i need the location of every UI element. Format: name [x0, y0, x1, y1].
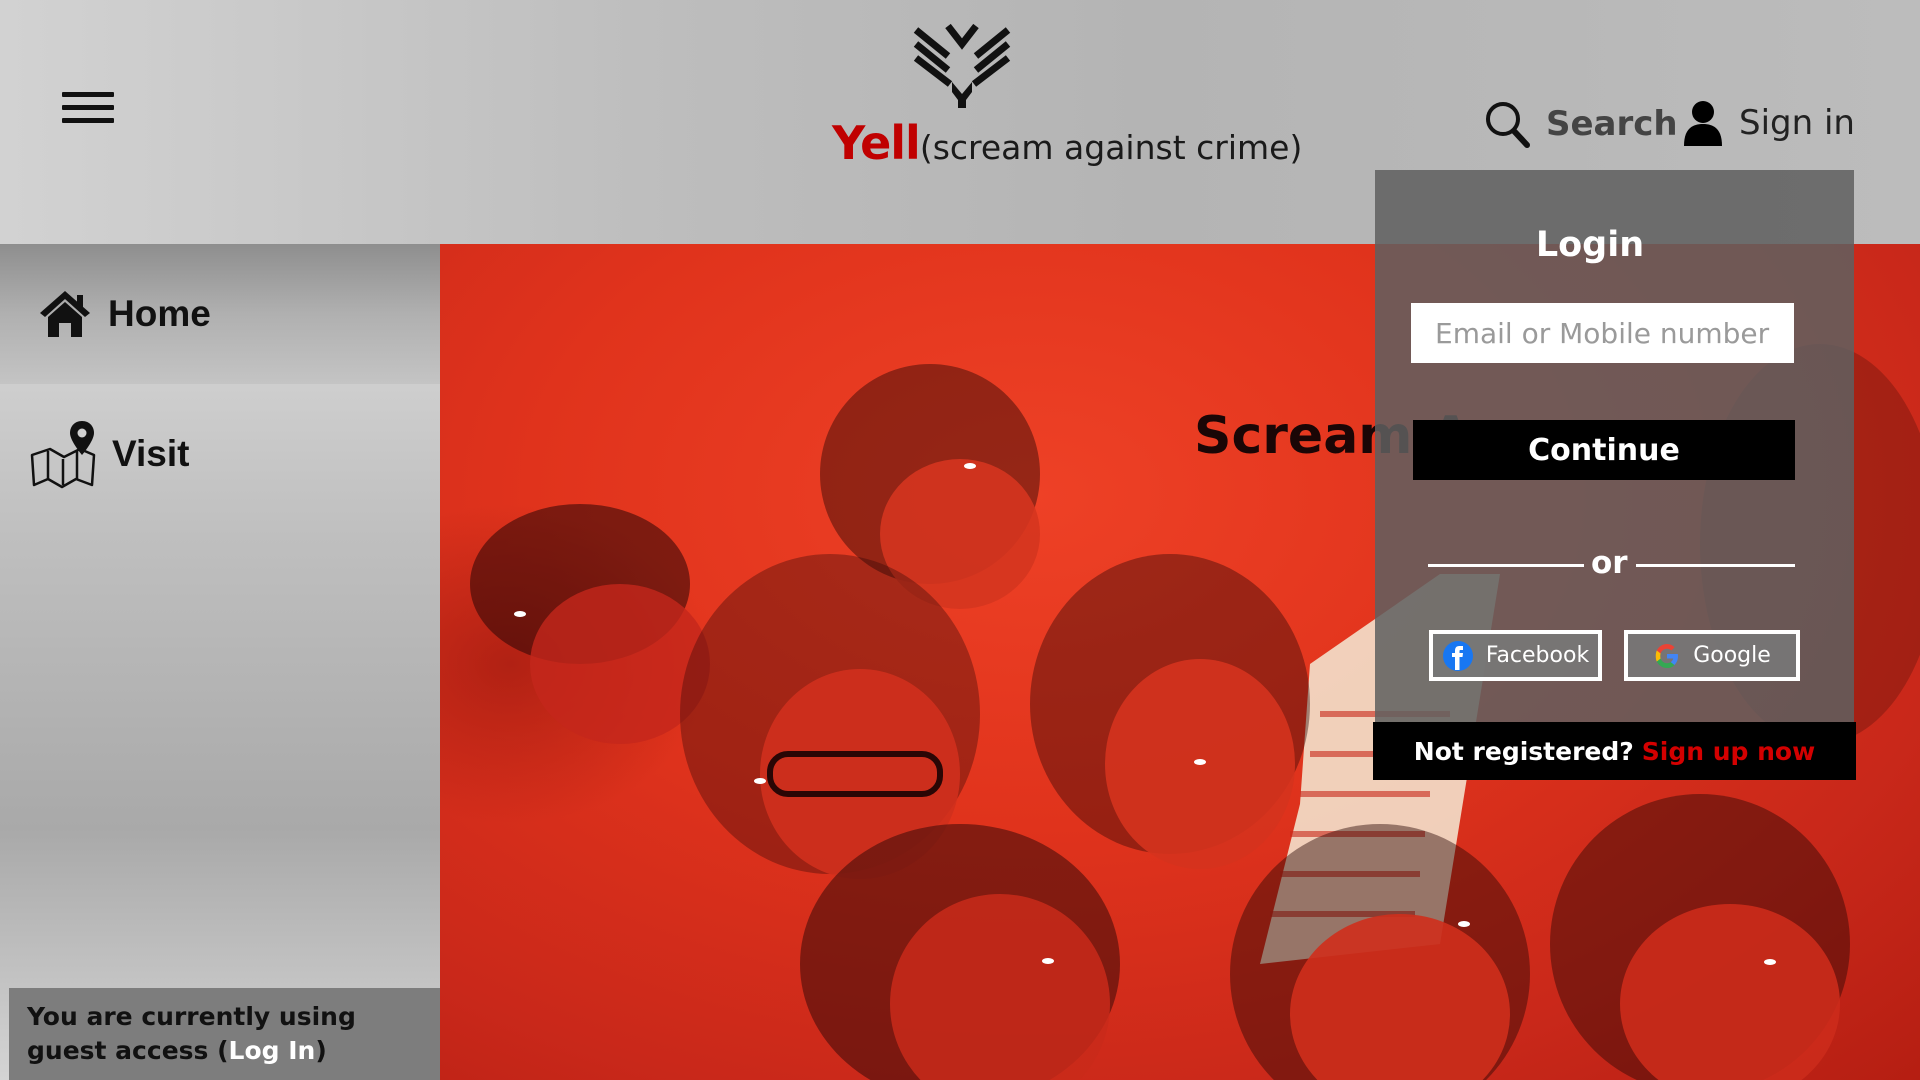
yell-logo-icon [913, 23, 1011, 108]
login-title: Login [1535, 225, 1645, 265]
sidebar: Home Visit You are currently using guest… [0, 244, 440, 1080]
log-in-link[interactable]: Log In [229, 1036, 316, 1065]
guest-suffix: ) [315, 1036, 327, 1065]
user-icon [1684, 101, 1722, 146]
google-login-button[interactable]: Google [1624, 630, 1800, 681]
facebook-login-button[interactable]: Facebook [1429, 630, 1602, 681]
brand-name: Yell [832, 116, 921, 170]
map-pin-icon [30, 421, 96, 489]
continue-button[interactable]: Continue [1413, 420, 1795, 480]
divider-line-right [1636, 564, 1795, 567]
email-input[interactable] [1411, 303, 1794, 363]
home-icon [40, 291, 90, 337]
sidebar-item-label: Home [108, 293, 211, 334]
sidebar-item-home[interactable]: Home [0, 244, 440, 384]
search-icon [1486, 102, 1530, 148]
sidebar-item-label: Visit [112, 433, 190, 474]
sign-up-link[interactable]: Sign up now [1642, 737, 1815, 766]
search-button[interactable]: Search [1484, 100, 1678, 148]
sign-in-button[interactable]: Sign in [1683, 100, 1855, 146]
sign-in-label: Sign in [1739, 103, 1855, 143]
sidebar-item-visit[interactable]: Visit [0, 384, 440, 524]
google-label: Google [1693, 643, 1771, 668]
facebook-icon [1442, 640, 1473, 671]
menu-icon[interactable] [62, 92, 114, 132]
brand-tagline: (scream against crime) [919, 128, 1303, 167]
login-panel: Login Continue or Facebook Google [1375, 170, 1854, 722]
brand-title: Yell(scream against crime) [832, 116, 1302, 170]
facebook-label: Facebook [1485, 643, 1590, 668]
or-label: or [1591, 545, 1628, 581]
google-icon [1655, 643, 1679, 668]
not-registered-text: Not registered? [1413, 736, 1634, 766]
guest-access-notice: You are currently using guest access (Lo… [9, 988, 440, 1080]
search-label: Search [1546, 104, 1678, 144]
signup-bar: Not registered? Sign up now [1373, 722, 1856, 780]
or-divider: or [1428, 545, 1795, 585]
divider-line-left [1428, 564, 1584, 567]
